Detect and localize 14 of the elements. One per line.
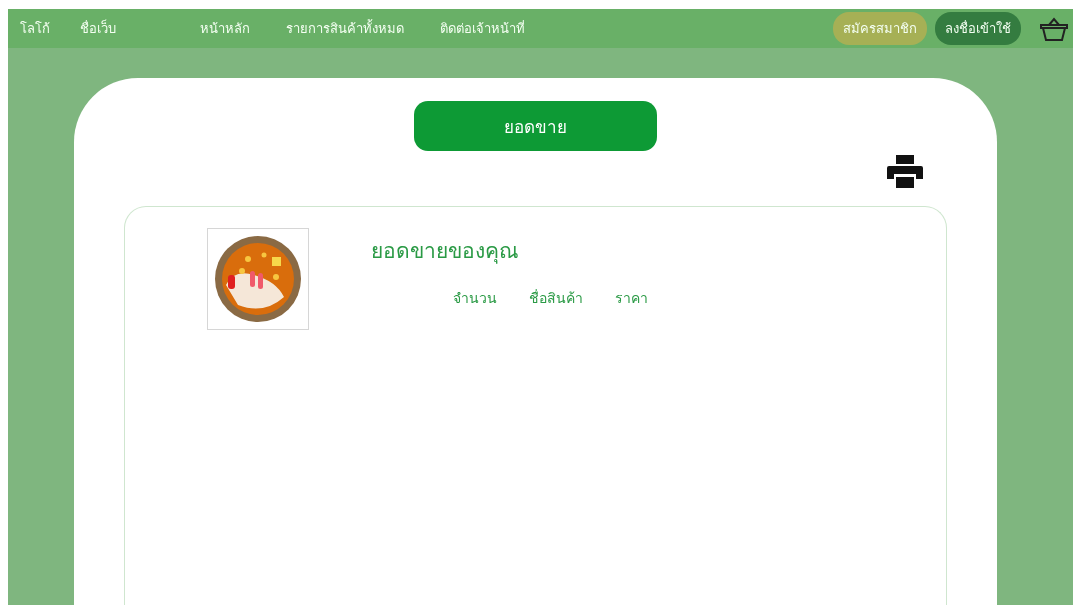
nav-link[interactable]: รายการสินค้าทั้งหมด: [286, 18, 404, 39]
site-name: ชื่อเว็บ: [80, 18, 116, 38]
logo-text: โลโก้: [20, 20, 50, 38]
printer-icon[interactable]: [887, 155, 923, 188]
column-header: ราคา: [615, 289, 648, 308]
sales-title: ยอดขายของคุณ: [371, 238, 519, 266]
nav-link[interactable]: หน้าหลัก: [200, 18, 250, 39]
basket-icon[interactable]: [1039, 15, 1069, 42]
nav-link[interactable]: ติดต่อเจ้าหน้าที่: [440, 18, 525, 39]
signup-button[interactable]: สมัครสมาชิก: [833, 12, 927, 45]
column-header: จำนวน: [453, 289, 497, 308]
login-button[interactable]: ลงชื่อเข้าใช้: [935, 12, 1021, 45]
column-header: ชื่อสินค้า: [529, 288, 583, 308]
sales-button[interactable]: ยอดขาย: [413, 101, 657, 151]
